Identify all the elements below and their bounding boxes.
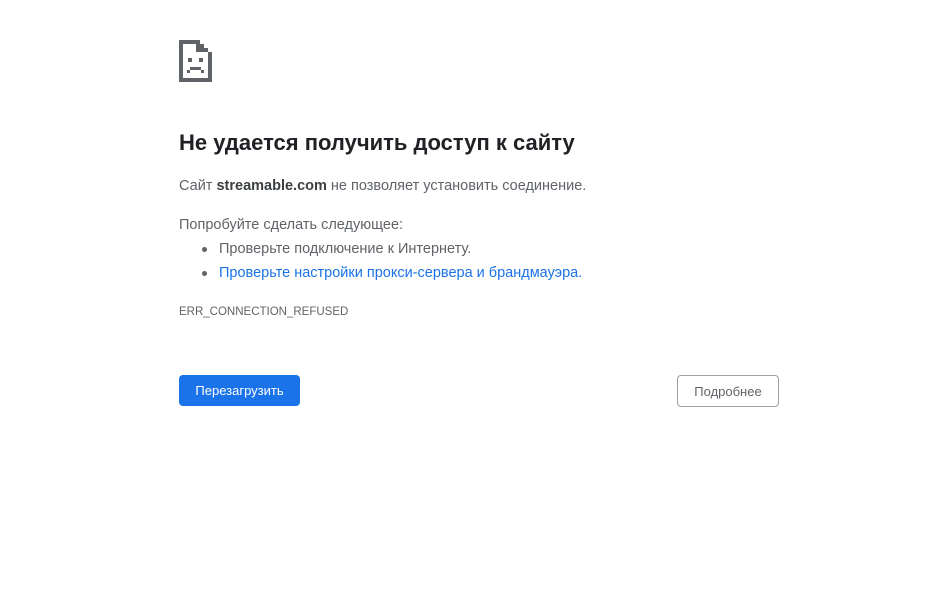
check-proxy-firewall-link[interactable]: Проверьте настройки прокси-сервера и бра… [219, 265, 578, 281]
error-code: ERR_CONNECTION_REFUSED [179, 306, 349, 318]
suggestion-text: Проверьте подключение к Интернету. [219, 241, 472, 257]
error-page: Не удается получить доступ к сайту Сайт … [0, 0, 951, 601]
suggestions-list: Проверьте подключение к Интернету. Прове… [179, 240, 582, 288]
site-host: streamable.com [216, 178, 327, 194]
details-button[interactable]: Подробнее [677, 375, 779, 407]
page-title: Не удается получить доступ к сайту [179, 130, 575, 155]
suggestion-trailing-period: . [578, 265, 583, 281]
sad-document-icon [179, 40, 212, 82]
suggestion-check-connection: Проверьте подключение к Интернету. [201, 240, 582, 264]
suggestions-heading: Попробуйте сделать следующее: [179, 217, 404, 233]
summary-prefix: Сайт [179, 178, 217, 194]
suggestion-check-proxy: Проверьте настройки прокси-сервера и бра… [201, 264, 583, 288]
error-summary: Сайт streamable.com не позволяет установ… [179, 178, 586, 194]
reload-button[interactable]: Перезагрузить [179, 375, 300, 406]
summary-suffix: не позволяет установить соединение. [326, 178, 587, 194]
